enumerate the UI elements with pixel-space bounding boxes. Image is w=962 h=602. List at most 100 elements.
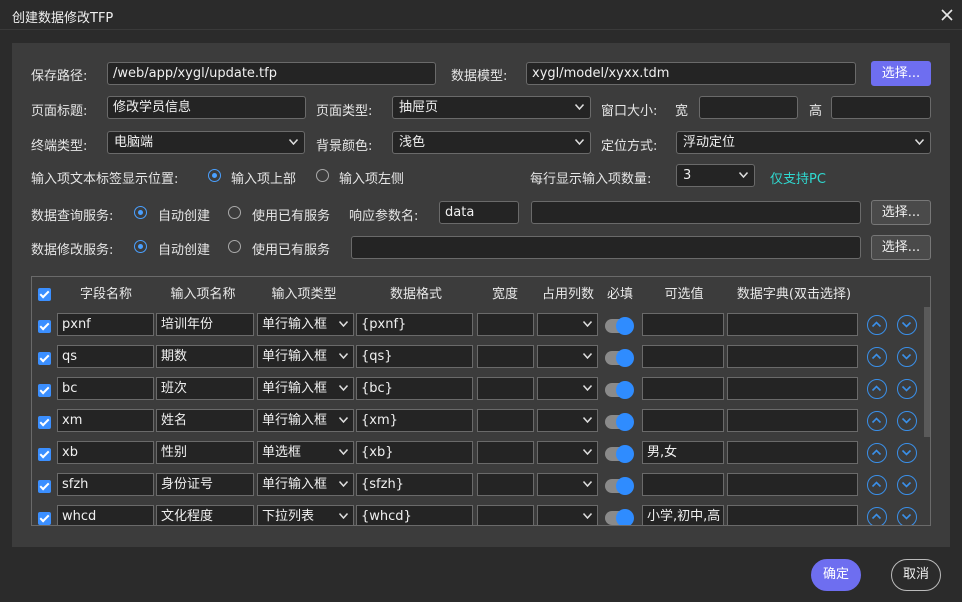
- row-checkbox[interactable]: [38, 480, 51, 493]
- input-name-cell[interactable]: 班次: [156, 377, 254, 400]
- field-name-cell[interactable]: whcd: [57, 505, 154, 525]
- data-format-cell[interactable]: {xm}: [356, 409, 473, 432]
- window-height-input[interactable]: [831, 96, 931, 119]
- radio-query-existing[interactable]: [228, 206, 241, 219]
- move-up-icon[interactable]: [867, 411, 887, 431]
- move-up-icon[interactable]: [867, 347, 887, 367]
- input-type-select[interactable]: 单行输入框: [257, 473, 354, 496]
- width-cell[interactable]: [477, 409, 534, 432]
- bg-color-select[interactable]: 浅色: [392, 131, 591, 154]
- data-format-cell[interactable]: {pxnf}: [356, 313, 473, 336]
- required-toggle[interactable]: [605, 477, 634, 495]
- select-all-checkbox[interactable]: [38, 288, 51, 301]
- data-format-cell[interactable]: {bc}: [356, 377, 473, 400]
- radio-label-left[interactable]: [316, 169, 329, 182]
- columns-select[interactable]: [537, 345, 598, 368]
- width-cell[interactable]: [477, 377, 534, 400]
- row-checkbox[interactable]: [38, 384, 51, 397]
- save-path-input[interactable]: /web/app/xygl/update.tfp: [107, 62, 436, 85]
- options-cell[interactable]: [642, 473, 724, 496]
- position-select[interactable]: 浮动定位: [676, 131, 931, 154]
- cancel-button[interactable]: 取消: [891, 559, 941, 591]
- dictionary-cell[interactable]: [727, 441, 858, 464]
- move-down-icon[interactable]: [897, 475, 917, 495]
- field-name-cell[interactable]: xm: [57, 409, 154, 432]
- input-name-cell[interactable]: 姓名: [156, 409, 254, 432]
- field-name-cell[interactable]: xb: [57, 441, 154, 464]
- required-toggle[interactable]: [605, 349, 634, 367]
- window-width-input[interactable]: [699, 96, 798, 119]
- options-cell[interactable]: [642, 345, 724, 368]
- dictionary-cell[interactable]: [727, 409, 858, 432]
- dictionary-cell[interactable]: [727, 377, 858, 400]
- row-checkbox[interactable]: [38, 352, 51, 365]
- required-toggle[interactable]: [605, 381, 634, 399]
- radio-modify-auto[interactable]: [134, 240, 147, 253]
- dictionary-cell[interactable]: [727, 505, 858, 525]
- choose-modify-service-button[interactable]: 选择...: [871, 235, 931, 260]
- options-cell[interactable]: [642, 377, 724, 400]
- move-up-icon[interactable]: [867, 475, 887, 495]
- columns-select[interactable]: [537, 473, 598, 496]
- options-cell[interactable]: 小学,初中,高: [642, 505, 724, 525]
- options-cell[interactable]: 男,女: [642, 441, 724, 464]
- choose-model-button[interactable]: 选择...: [871, 61, 931, 86]
- move-up-icon[interactable]: [867, 507, 887, 525]
- input-name-cell[interactable]: 性别: [156, 441, 254, 464]
- input-type-select[interactable]: 单行输入框: [257, 313, 354, 336]
- radio-query-auto[interactable]: [134, 206, 147, 219]
- input-type-select[interactable]: 单行输入框: [257, 345, 354, 368]
- data-format-cell[interactable]: {xb}: [356, 441, 473, 464]
- query-service-input[interactable]: [531, 201, 861, 224]
- field-name-cell[interactable]: bc: [57, 377, 154, 400]
- move-down-icon[interactable]: [897, 507, 917, 525]
- row-checkbox[interactable]: [38, 416, 51, 429]
- table-scrollbar[interactable]: [924, 307, 930, 525]
- dictionary-cell[interactable]: [727, 313, 858, 336]
- options-cell[interactable]: [642, 313, 724, 336]
- input-name-cell[interactable]: 培训年份: [156, 313, 254, 336]
- columns-select[interactable]: [537, 409, 598, 432]
- required-toggle[interactable]: [605, 445, 634, 463]
- choose-query-service-button[interactable]: 选择...: [871, 200, 931, 225]
- input-type-select[interactable]: 下拉列表: [257, 505, 354, 525]
- width-cell[interactable]: [477, 345, 534, 368]
- terminal-type-select[interactable]: 电脑端: [107, 131, 305, 154]
- move-up-icon[interactable]: [867, 379, 887, 399]
- page-type-select[interactable]: 抽屉页: [392, 96, 591, 119]
- width-cell[interactable]: [477, 473, 534, 496]
- modify-service-input[interactable]: [351, 236, 861, 259]
- radio-modify-existing[interactable]: [228, 240, 241, 253]
- scrollbar-thumb[interactable]: [924, 307, 930, 437]
- resp-param-input[interactable]: data: [439, 201, 519, 224]
- required-toggle[interactable]: [605, 413, 634, 431]
- row-checkbox[interactable]: [38, 448, 51, 461]
- move-up-icon[interactable]: [867, 443, 887, 463]
- options-cell[interactable]: [642, 409, 724, 432]
- field-name-cell[interactable]: sfzh: [57, 473, 154, 496]
- columns-select[interactable]: [537, 313, 598, 336]
- ok-button[interactable]: 确定: [811, 559, 861, 591]
- move-up-icon[interactable]: [867, 315, 887, 335]
- width-cell[interactable]: [477, 505, 534, 525]
- width-cell[interactable]: [477, 313, 534, 336]
- page-title-input[interactable]: 修改学员信息: [107, 96, 306, 119]
- input-type-select[interactable]: 单行输入框: [257, 377, 354, 400]
- input-name-cell[interactable]: 文化程度: [156, 505, 254, 525]
- input-name-cell[interactable]: 期数: [156, 345, 254, 368]
- row-checkbox[interactable]: [38, 320, 51, 333]
- move-down-icon[interactable]: [897, 347, 917, 367]
- move-down-icon[interactable]: [897, 379, 917, 399]
- columns-select[interactable]: [537, 441, 598, 464]
- move-down-icon[interactable]: [897, 315, 917, 335]
- width-cell[interactable]: [477, 441, 534, 464]
- data-format-cell[interactable]: {whcd}: [356, 505, 473, 525]
- columns-select[interactable]: [537, 377, 598, 400]
- input-name-cell[interactable]: 身份证号: [156, 473, 254, 496]
- dictionary-cell[interactable]: [727, 473, 858, 496]
- field-name-cell[interactable]: pxnf: [57, 313, 154, 336]
- columns-select[interactable]: [537, 505, 598, 525]
- close-icon[interactable]: [936, 4, 958, 26]
- dictionary-cell[interactable]: [727, 345, 858, 368]
- input-type-select[interactable]: 单选框: [257, 441, 354, 464]
